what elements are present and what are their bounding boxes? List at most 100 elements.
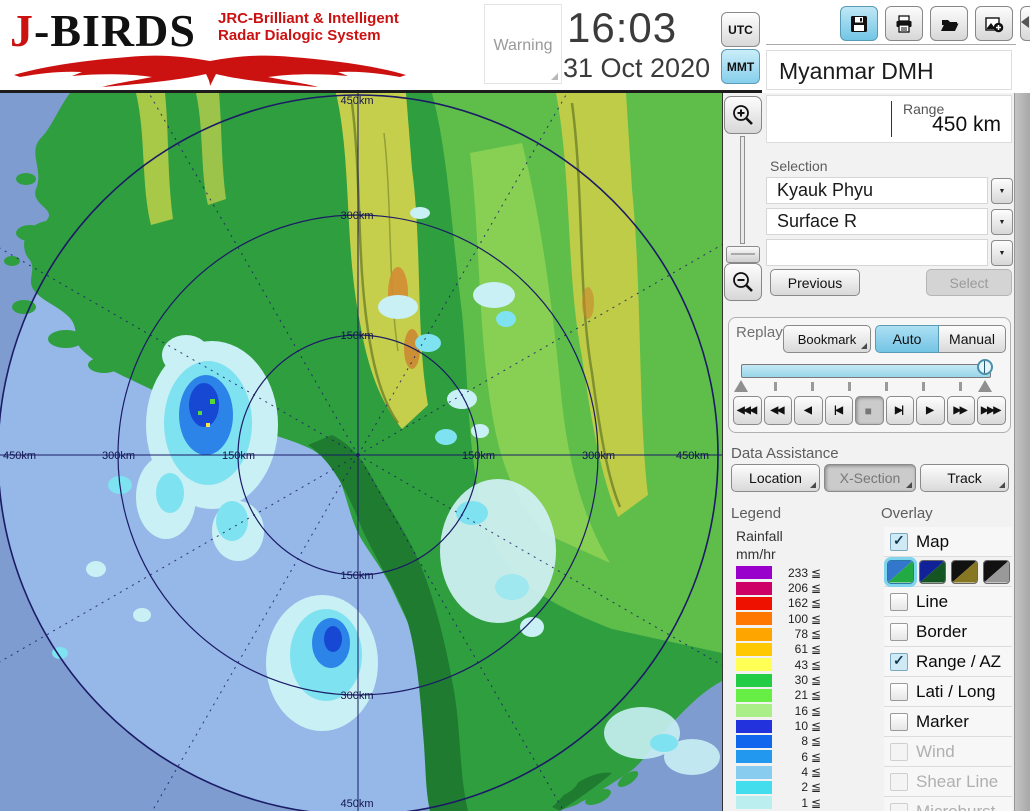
map-style-swatch-3[interactable] (951, 560, 978, 584)
overlay-label: Overlay (881, 505, 933, 522)
lati-long-checkbox[interactable] (890, 683, 908, 701)
slider-tick (885, 382, 888, 391)
product-dropdown[interactable]: Surface R (766, 208, 988, 235)
ring-label: 150km (462, 450, 495, 462)
track-button[interactable]: Track (920, 464, 1009, 492)
overlay-item-border[interactable]: Border (884, 616, 1012, 646)
fastest-forward-button[interactable]: ▶▶▶ (977, 396, 1006, 425)
playback-controls: ◀◀◀ ◀◀ ◀ |◀ ■ ▶| ▶ ▶▶ ▶▶▶ (733, 396, 1006, 425)
panel-scrollbar[interactable] (1014, 93, 1030, 811)
legend-swatch (736, 566, 772, 579)
eagle-logo-icon (10, 54, 410, 88)
wind-checkbox (890, 743, 908, 761)
station-name: Myanmar DMH (766, 50, 1012, 90)
save-button[interactable] (840, 6, 878, 41)
zoom-out-icon (731, 270, 755, 294)
legend-swatch (736, 766, 772, 779)
open-file-button[interactable] (930, 6, 968, 41)
replay-slider-track[interactable] (741, 364, 991, 378)
legend-swatch (736, 658, 772, 671)
zoom-out-button[interactable] (724, 263, 762, 301)
legend-scale: 233≦ 206≦ 162≦ 100≦ 78≦ 61≦ 43≦ 30≦ 21≦ … (736, 565, 821, 811)
fast-rewind-button[interactable]: ◀◀◀ (733, 396, 762, 425)
site-dropdown-arrow-icon[interactable]: ▼ (991, 178, 1013, 204)
step-back-button[interactable]: |◀ (825, 396, 854, 425)
range-divider (891, 101, 892, 137)
print-icon (894, 14, 914, 34)
ring-label: 450km (676, 450, 709, 462)
extra-dropdown-arrow-icon[interactable]: ▼ (991, 240, 1013, 266)
range-display: Range 450 km (766, 95, 1012, 143)
legend-row: 78≦ (736, 626, 821, 641)
legend-row: 1≦ (736, 795, 821, 810)
stop-button[interactable]: ■ (855, 396, 884, 425)
legend-swatch (736, 704, 772, 717)
microburst-checkbox (890, 803, 908, 811)
overlay-item-range-az[interactable]: Range / AZ (884, 646, 1012, 676)
legend-swatch (736, 612, 772, 625)
play-backward-button[interactable]: ◀ (794, 396, 823, 425)
ring-label: 450km (3, 450, 36, 462)
range-az-checkbox[interactable] (890, 653, 908, 671)
extra-dropdown[interactable] (766, 239, 988, 266)
rewind-button[interactable]: ◀◀ (764, 396, 793, 425)
previous-button[interactable]: Previous (770, 269, 860, 296)
border-checkbox[interactable] (890, 623, 908, 641)
ring-label: 300km (582, 450, 615, 462)
overlay-item-wind: Wind (884, 736, 1012, 766)
auto-button[interactable]: Auto (875, 325, 939, 353)
legend-row: 4≦ (736, 764, 821, 779)
legend-row: 100≦ (736, 611, 821, 626)
utc-button[interactable]: UTC (721, 12, 760, 47)
warning-button[interactable]: Warning (484, 4, 562, 84)
bookmark-button[interactable]: Bookmark (783, 325, 871, 353)
zoom-slider-thumb[interactable] (726, 246, 760, 263)
overlay-list: Map Line Border Range / AZ Lati / Long M… (884, 527, 1012, 811)
x-section-button[interactable]: X-Section (824, 464, 916, 492)
slider-end-marker[interactable] (978, 380, 992, 392)
zoom-slider-track[interactable] (740, 136, 745, 244)
legend-unit-line2: mm/hr (736, 546, 776, 562)
zoom-in-button[interactable] (724, 96, 762, 134)
add-image-icon (984, 14, 1004, 34)
fast-forward-button[interactable]: ▶▶ (947, 396, 976, 425)
slider-tick (811, 382, 814, 391)
overlay-item-lati-long[interactable]: Lati / Long (884, 676, 1012, 706)
slider-tick (922, 382, 925, 391)
ring-label: 150km (222, 450, 255, 462)
legend-row: 61≦ (736, 642, 821, 657)
legend-row: 43≦ (736, 657, 821, 672)
select-button[interactable]: Select (926, 269, 1012, 296)
location-button[interactable]: Location (731, 464, 820, 492)
replay-slider-thumb[interactable] (977, 359, 993, 375)
manual-button[interactable]: Manual (939, 325, 1006, 353)
warning-label: Warning (485, 37, 561, 55)
add-image-button[interactable] (975, 6, 1013, 41)
legend-swatch (736, 597, 772, 610)
product-dropdown-arrow-icon[interactable]: ▼ (991, 209, 1013, 235)
legend-swatch (736, 674, 772, 687)
map-style-swatch-2[interactable] (919, 560, 946, 584)
range-value: 450 km (932, 113, 1001, 137)
play-button[interactable]: ▶ (916, 396, 945, 425)
overlay-item-marker[interactable]: Marker (884, 706, 1012, 736)
map-style-swatch-1[interactable] (887, 560, 914, 584)
overlay-item-line[interactable]: Line (884, 586, 1012, 616)
step-forward-button[interactable]: ▶| (886, 396, 915, 425)
marker-checkbox[interactable] (890, 713, 908, 731)
slider-start-marker[interactable] (734, 380, 748, 392)
overlay-item-shear-line: Shear Line (884, 766, 1012, 796)
overlay-item-map[interactable]: Map (884, 527, 1012, 556)
print-button[interactable] (885, 6, 923, 41)
line-checkbox[interactable] (890, 593, 908, 611)
map-checkbox[interactable] (890, 533, 908, 551)
map-style-swatch-4[interactable] (983, 560, 1010, 584)
panel-collapse-arrow-icon[interactable] (1021, 16, 1029, 28)
legend-row: 2≦ (736, 780, 821, 795)
legend-row: 16≦ (736, 703, 821, 718)
radar-map[interactable]: 450km 300km 150km 150km 300km 450km 450k… (0, 93, 723, 811)
ring-label: 300km (102, 450, 135, 462)
legend-row: 162≦ (736, 596, 821, 611)
site-dropdown[interactable]: Kyauk Phyu (766, 177, 988, 204)
mmt-button[interactable]: MMT (721, 49, 760, 84)
